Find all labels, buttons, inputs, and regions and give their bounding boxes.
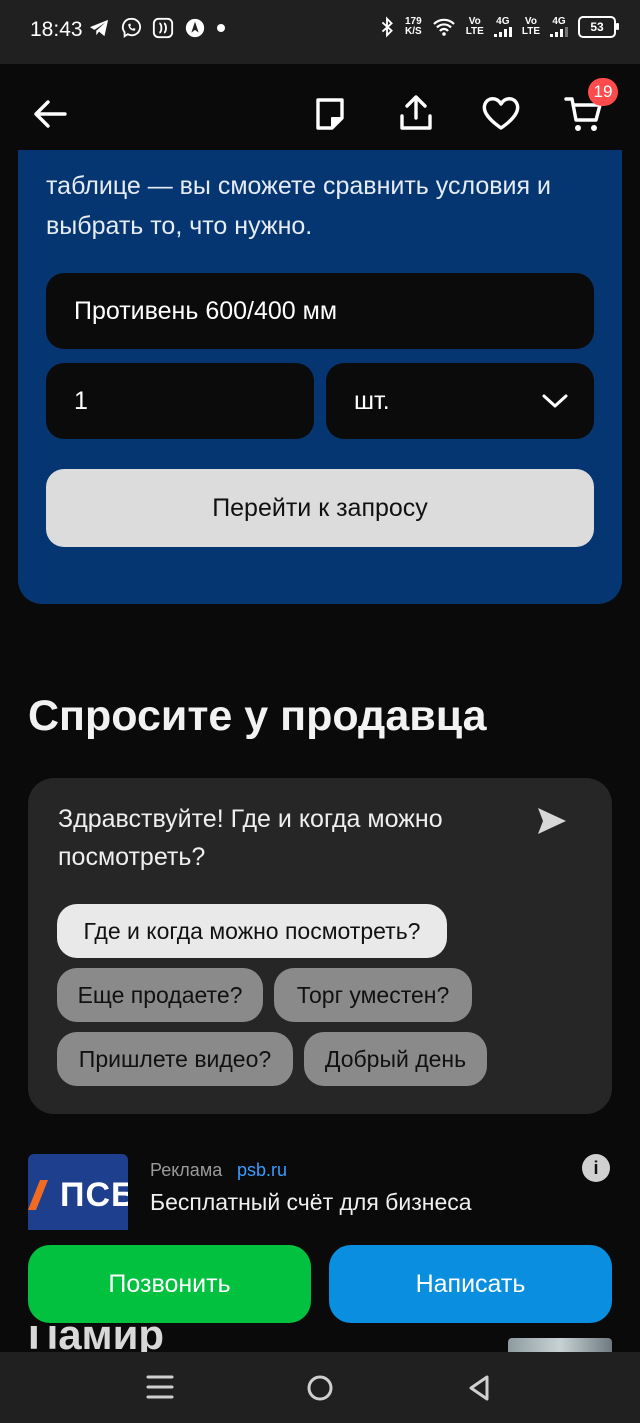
battery-icon: 53 xyxy=(578,16,619,38)
status-right-icons: 179 K/S Vo LTE 4G Vo LTE 4G 53 xyxy=(379,16,619,38)
arrow-left-icon xyxy=(34,100,67,128)
unit-select-value: шт. xyxy=(354,386,390,415)
peek-content: Памир xyxy=(0,1326,640,1352)
item-field[interactable]: Противень 600/400 мм xyxy=(46,273,594,349)
quantity-field-value: 1 xyxy=(74,386,88,415)
status-left-icons xyxy=(88,17,226,39)
back-triangle-icon xyxy=(469,1375,489,1401)
heart-icon xyxy=(482,97,520,130)
telegram-icon xyxy=(89,19,109,37)
sim2-generation: 4G xyxy=(552,16,566,27)
quick-reply-chip[interactable]: Еще продаете? xyxy=(57,968,263,1022)
sim1-volte-bottom: LTE xyxy=(465,26,484,37)
home-circle-icon xyxy=(307,1375,333,1401)
send-button[interactable] xyxy=(534,804,570,838)
app-icon xyxy=(152,17,174,39)
ad-domain-link[interactable]: psb.ru xyxy=(237,1160,287,1181)
signal-icon xyxy=(550,27,568,37)
ad-title[interactable]: Бесплатный счёт для бизнеса xyxy=(150,1189,472,1216)
sim2-signal: 4G xyxy=(550,17,568,37)
quick-reply-chip[interactable]: Где и когда можно посмотреть? xyxy=(57,904,447,958)
quantity-field[interactable]: 1 xyxy=(46,363,314,439)
ask-seller-title: Спросите у продавца xyxy=(28,692,487,740)
status-time: 18:43 xyxy=(30,18,83,41)
info-icon[interactable]: i xyxy=(582,1154,610,1182)
chevron-down-icon xyxy=(542,394,568,408)
quick-reply-chip[interactable]: Торг уместен? xyxy=(274,968,472,1022)
favorite-button[interactable] xyxy=(480,94,522,132)
signal-icon xyxy=(493,27,512,37)
ad-logo[interactable]: ПСБ xyxy=(28,1154,128,1230)
peek-heading: Памир xyxy=(28,1326,165,1352)
ad-label: Реклама xyxy=(150,1160,223,1180)
quick-reply-chip[interactable]: Добрый день xyxy=(304,1032,487,1086)
note-button[interactable] xyxy=(312,94,348,134)
item-field-value: Противень 600/400 мм xyxy=(74,296,338,325)
system-nav-bar xyxy=(0,1352,640,1423)
ad-logo-mark xyxy=(28,1180,48,1210)
back-nav-button[interactable] xyxy=(464,1372,494,1404)
home-button[interactable] xyxy=(304,1372,336,1404)
net-speed: 179 K/S xyxy=(405,17,422,37)
message-input[interactable]: Здравствуйте! Где и когда можно посмотре… xyxy=(58,800,518,876)
recent-apps-button[interactable] xyxy=(144,1372,176,1402)
write-button[interactable]: Написать xyxy=(329,1245,612,1323)
back-button[interactable] xyxy=(30,96,70,132)
menu-icon xyxy=(146,1375,174,1399)
call-button[interactable]: Позвонить xyxy=(28,1245,311,1323)
unit-select[interactable]: шт. xyxy=(326,363,594,439)
peek-image xyxy=(508,1338,612,1352)
request-description: таблице — вы сможете сравнить условия и … xyxy=(46,172,551,240)
location-icon xyxy=(185,18,205,38)
sim2-volte-bottom: LTE xyxy=(521,26,540,37)
wifi-icon xyxy=(432,18,455,36)
cart-button[interactable]: 19 xyxy=(564,78,618,134)
net-speed-unit: K/S xyxy=(405,26,422,37)
share-icon xyxy=(400,95,432,130)
dot-icon xyxy=(217,24,225,32)
quick-reply-chip[interactable]: Пришлете видео? xyxy=(57,1032,293,1086)
ad-logo-text: ПСБ xyxy=(60,1176,128,1214)
sim2-volte: Vo LTE xyxy=(522,17,540,37)
bluetooth-icon xyxy=(381,16,393,38)
sim1-volte: Vo LTE xyxy=(466,17,484,37)
go-to-request-button[interactable]: Перейти к запросу xyxy=(46,469,594,547)
battery-level: 53 xyxy=(590,20,604,34)
sim1-signal: 4G xyxy=(493,16,512,37)
send-icon xyxy=(538,808,566,834)
sim1-generation: 4G xyxy=(496,16,510,27)
viber-icon xyxy=(121,17,141,38)
app-header: 19 xyxy=(0,64,640,164)
note-icon xyxy=(316,98,344,130)
share-button[interactable] xyxy=(396,92,436,134)
cart-badge: 19 xyxy=(588,78,618,106)
